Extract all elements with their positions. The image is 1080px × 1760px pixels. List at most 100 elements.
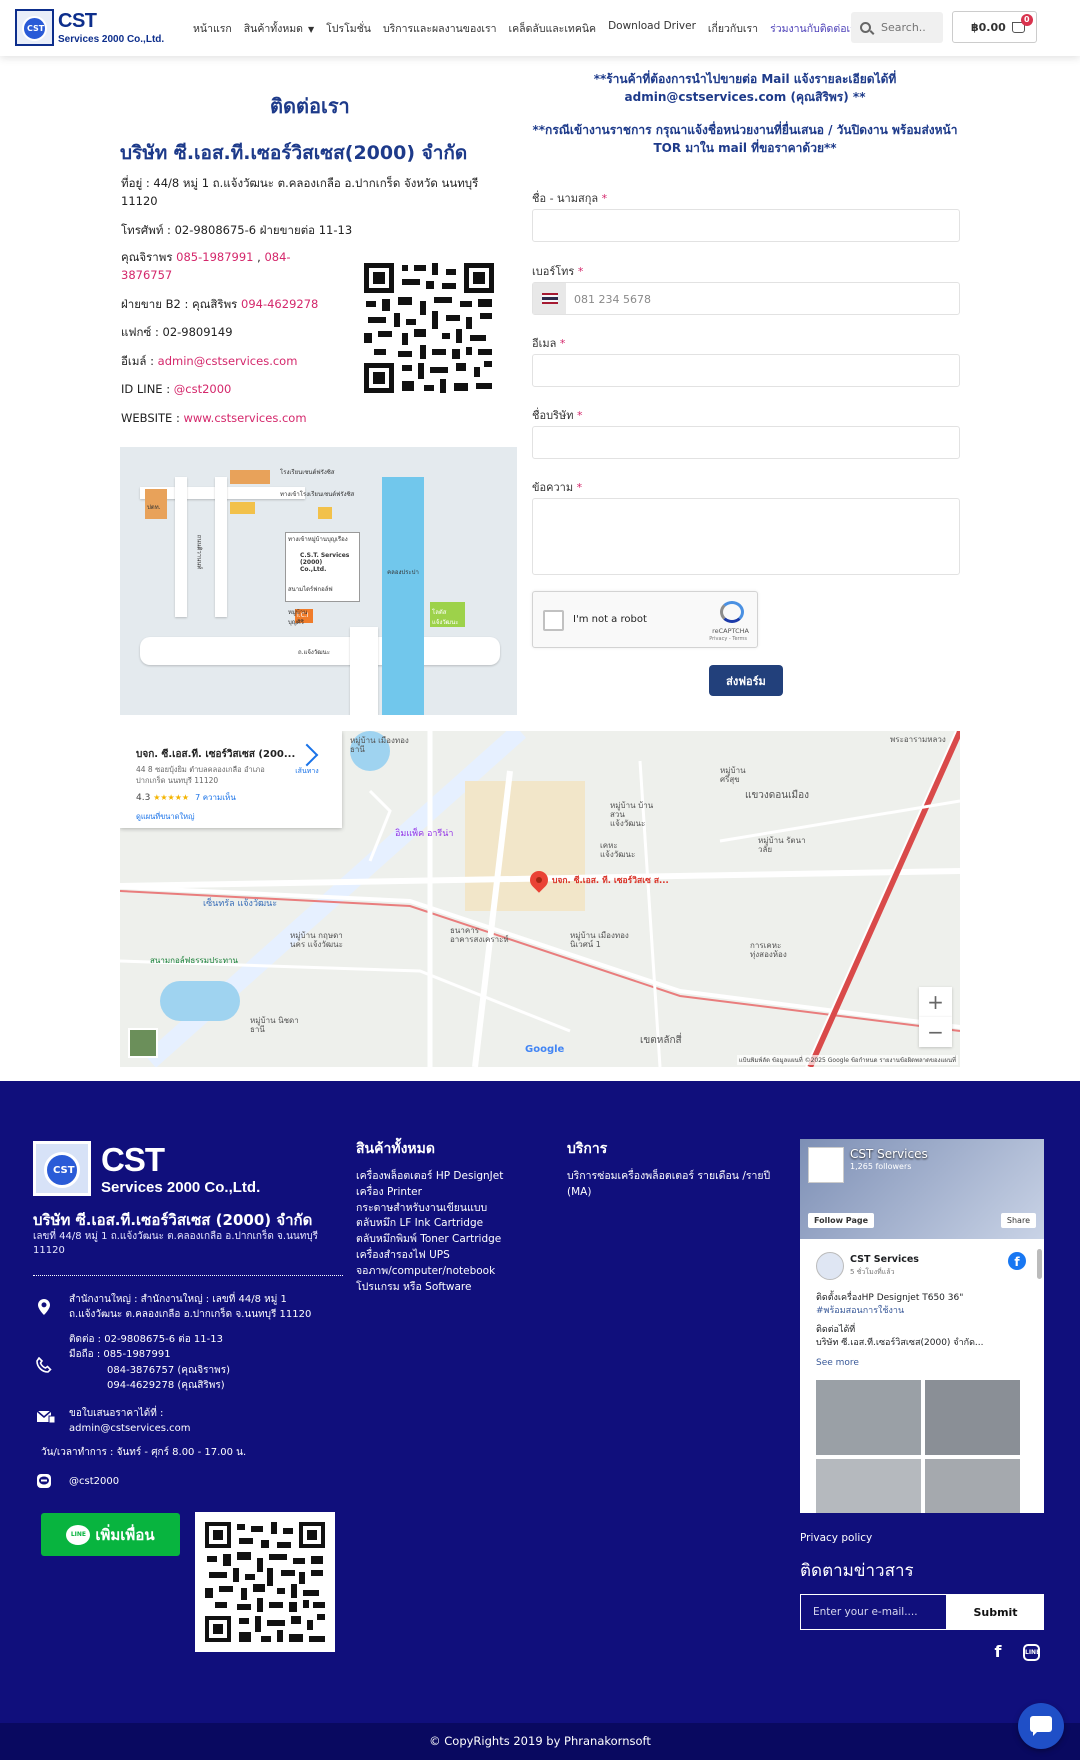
facebook-icon[interactable]: f xyxy=(988,1642,1008,1662)
nav-services[interactable]: บริการและผลงานของเรา xyxy=(383,20,497,37)
footer-contact-jiraporn: 084-3876757 (คุณจิราพร) xyxy=(107,1365,230,1376)
fb-followers: 1,265 followers xyxy=(850,1162,912,1171)
footer-logo[interactable]: CST CST Services 2000 Co.,Ltd. xyxy=(33,1141,260,1196)
site-logo[interactable]: CST CST Services 2000 Co.,Ltd. xyxy=(15,9,164,46)
footer-quote-email[interactable]: admin@cstservices.com xyxy=(69,1421,191,1436)
fb-cover: CST Services 1,265 followers Follow Page… xyxy=(800,1139,1044,1239)
google-logo: Google xyxy=(525,1044,565,1055)
email-field[interactable] xyxy=(532,354,960,387)
footer-product-link[interactable]: จอภาพ/computer/notebook xyxy=(356,1264,546,1280)
line-social-icon[interactable]: LINE xyxy=(1023,1644,1040,1661)
satellite-toggle[interactable] xyxy=(128,1028,158,1058)
thailand-flag-icon xyxy=(541,293,558,304)
map-attribution[interactable]: แป้นพิมพ์ลัด ข้อมูลแผนที่ ©2025 Google ข… xyxy=(736,1055,958,1065)
footer-line-id[interactable]: @cst2000 xyxy=(69,1474,119,1489)
cart-count-badge: 0 xyxy=(1020,13,1033,26)
services-heading: บริการ xyxy=(567,1141,608,1157)
zoom-out-button[interactable]: − xyxy=(919,1017,952,1047)
website-link[interactable]: www.cstservices.com xyxy=(184,411,307,425)
footer-product-link[interactable]: ตลับหมึกพิมพ์ Toner Cartridge xyxy=(356,1232,546,1248)
footer-quote-label: ขอใบเสนอราคาได้ที่ : xyxy=(69,1408,164,1419)
privacy-policy-link[interactable]: Privacy policy xyxy=(800,1532,872,1544)
map-label: พระอารามหลวง xyxy=(890,735,946,744)
submit-form-button[interactable]: ส่งฟอร์ม xyxy=(709,665,783,696)
name-label: ชื่อ - นามสกุล * xyxy=(532,192,608,205)
line-id-link[interactable]: @cst2000 xyxy=(174,382,232,396)
sales-phone-link[interactable]: 094-4629278 xyxy=(241,297,318,311)
name-field[interactable] xyxy=(532,209,960,242)
footer-line-qr-code xyxy=(195,1512,335,1652)
newsletter-email-input[interactable] xyxy=(800,1594,947,1630)
search-input[interactable] xyxy=(881,21,939,34)
footer-service-link[interactable]: บริการซ่อมเครื่องพล็อตเตอร์ รายเดือน /รา… xyxy=(567,1169,782,1201)
fb-follow-button[interactable]: Follow Page xyxy=(808,1213,874,1228)
map-label: เซ็นทรัล แจ้งวัฒนะ xyxy=(203,899,278,909)
country-selector[interactable] xyxy=(533,283,566,314)
route-label-ici: I.C.I xyxy=(297,612,309,619)
fb-scrollbar[interactable] xyxy=(1037,1249,1042,1279)
page-title: ติดต่อเรา xyxy=(270,94,350,118)
place-rating: 4.3 ★★★★★ 7 ความเห็น xyxy=(136,793,236,803)
line-logo-icon: LINE xyxy=(66,1524,91,1545)
line-add-friend-button[interactable]: LINE เพิ่มเพื่อน xyxy=(41,1513,180,1556)
fb-page-name[interactable]: CST Services xyxy=(850,1147,928,1161)
map-label: เขตหลักสี่ xyxy=(640,1035,682,1046)
fb-post-time: 5 ชั่วโมงที่แล้ว xyxy=(850,1268,895,1276)
footer-contact-siriporn: 094-4629278 (คุณสิริพร) xyxy=(107,1380,225,1391)
line-id-text: ID LINE : @cst2000 xyxy=(121,382,232,396)
route-label-chaengwattana: ถ.แจ้งวัฒนะ xyxy=(298,649,330,656)
footer-product-link[interactable]: ตลับหมึก LF Ink Cartridge xyxy=(356,1216,546,1232)
footer-product-link[interactable]: เครื่องพล็อตเตอร์ HP DesignJet xyxy=(356,1169,546,1185)
fb-post-author[interactable]: CST Services xyxy=(850,1254,919,1265)
nav-home[interactable]: หน้าแรก xyxy=(193,20,232,37)
mobile-link-1[interactable]: 085-1987991 xyxy=(176,250,253,264)
facebook-page-widget[interactable]: CST Services 1,265 followers Follow Page… xyxy=(800,1139,1044,1513)
message-field[interactable] xyxy=(532,498,960,575)
footer-product-link[interactable]: กระดาษสำหรับงานเขียนแบบ xyxy=(356,1201,546,1217)
footer-company-name: บริษัท ซี.เอส.ที.เซอร์วิสเซส (2000) จำกั… xyxy=(33,1211,313,1229)
cart-button[interactable]: ฿0.00 0 xyxy=(952,11,1037,43)
fb-see-more-link[interactable]: See more xyxy=(816,1358,859,1368)
nav-promotions[interactable]: โปรโมชั่น xyxy=(326,20,371,37)
footer-office-address: สำนักงานใหญ่ : สำนักงานใหญ่ : เลขที่ 44/… xyxy=(69,1294,312,1320)
nav-tips[interactable]: เคล็ดลับและเทคนิค xyxy=(509,20,597,37)
chevron-down-icon: ▼ xyxy=(307,25,315,34)
search-icon[interactable] xyxy=(860,22,871,33)
logo-subtitle: Services 2000 Co.,Ltd. xyxy=(58,34,165,45)
recaptcha: I'm not a robot reCAPTCHA Privacy - Term… xyxy=(532,591,758,648)
zoom-in-button[interactable]: + xyxy=(919,987,952,1017)
larger-map-link[interactable]: ดูแผนที่ขนาดใหญ่ xyxy=(136,811,195,823)
route-map-illustration: โรงเรียนเซนต์ฟรังซิส ทางเข้าโรงเรียนเซนต… xyxy=(120,447,517,715)
route-label-school: โรงเรียนเซนต์ฟรังซิส xyxy=(280,469,335,476)
location-pin-icon xyxy=(38,1299,50,1315)
address-text: ที่อยู่ : 44/8 หมู่ 1 ถ.แจ้งวัฒนะ ต.คลอง… xyxy=(121,176,479,208)
map-label: แขวงดอนเมือง xyxy=(745,790,810,801)
recaptcha-terms[interactable]: Privacy - Terms xyxy=(709,636,747,642)
route-label-cst: C.S.T. Services (2000) Co.,Ltd. xyxy=(300,552,350,573)
recaptcha-checkbox[interactable] xyxy=(543,610,564,631)
company-field[interactable] xyxy=(532,426,960,459)
quote-mail-icon xyxy=(36,1410,56,1424)
nav-about[interactable]: เกี่ยวกับเรา xyxy=(708,20,758,37)
chat-bubble-icon[interactable] xyxy=(1018,1703,1064,1749)
google-map[interactable]: หมู่บ้าน เมืองทองธานี หมู่บ้าน ศรีสุข แข… xyxy=(120,731,960,1067)
nav-download-driver[interactable]: Download Driver xyxy=(608,20,696,37)
map-pin-label[interactable]: บจก. ซี.เอส. ที. เซอร์วิสเซ ส... xyxy=(552,876,669,886)
footer-product-link[interactable]: โปรแกรม หรือ Software xyxy=(356,1280,546,1296)
fb-post-body: ติดตั้งเครื่องHP Designjet T650 36" #พร้… xyxy=(816,1293,984,1348)
fax-text: แฟกซ์ : 02-9809149 xyxy=(121,325,233,339)
nav-contact[interactable]: ร่วมงานกับติดต่อเรา xyxy=(770,20,862,37)
directions-button[interactable]: เส้นทาง xyxy=(290,743,324,777)
nav-products[interactable]: สินค้าทั้งหมด ▼ xyxy=(244,20,314,37)
phone-field[interactable]: 081 234 5678 xyxy=(532,282,960,315)
newsletter-submit-button[interactable]: Submit xyxy=(947,1594,1044,1630)
fb-post-photos[interactable] xyxy=(816,1380,1020,1513)
reviews-link[interactable]: 7 ความเห็น xyxy=(195,793,236,802)
footer-product-link[interactable]: เครื่องสำรองไฟ UPS xyxy=(356,1248,546,1264)
reseller-notice: **ร้านค้าที่ต้องการนำไปขายต่อ Mail แจ้งร… xyxy=(593,72,897,104)
email-link[interactable]: admin@cstservices.com xyxy=(158,354,298,368)
sales-text: ฝ่ายขาย B2 : คุณสิริพร 094-4629278 xyxy=(121,297,319,311)
website-text: WEBSITE : www.cstservices.com xyxy=(121,411,307,425)
fb-share-button[interactable]: Share xyxy=(1000,1213,1036,1228)
footer-product-link[interactable]: เครื่อง Printer xyxy=(356,1185,546,1201)
